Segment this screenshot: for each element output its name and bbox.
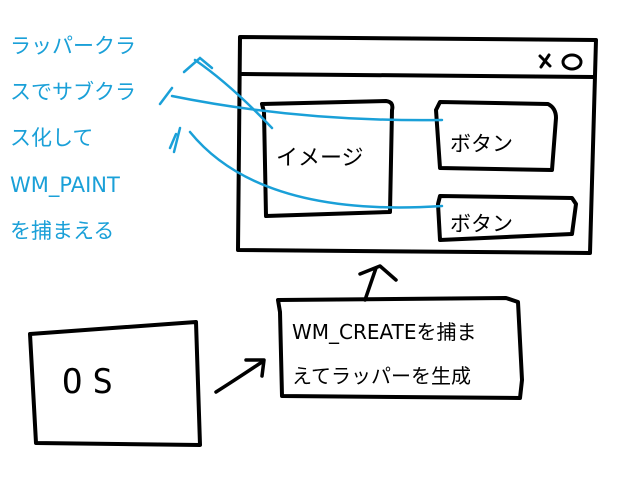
subclass-curve-1 [193,58,274,130]
arrow-up-icon [358,264,398,302]
annotation-line-2: スでサブクラ [10,80,136,104]
window-titlebar-divider [240,72,596,79]
subclass-hook-3 [168,126,182,154]
button-label-1: ボタン [450,132,513,156]
arrow-right-icon [214,358,266,394]
os-label: OS [62,362,123,402]
annotation-line-3: ス化して [10,126,94,150]
subclass-curve-2 [170,94,444,122]
process-line-2: えてラッパーを生成 [292,364,471,388]
subclass-hook-2 [158,86,174,106]
close-icon[interactable] [538,53,583,71]
process-line-1: WM_CREATEを捕ま [292,320,477,344]
annotation-line-4: WM_PAINT [10,173,120,197]
annotation-line-5: を捕まえる [10,219,115,243]
image-label: イメージ [276,146,364,171]
annotation-line-1: ラッパークラ [10,34,136,58]
button-label-2: ボタン [450,212,513,236]
